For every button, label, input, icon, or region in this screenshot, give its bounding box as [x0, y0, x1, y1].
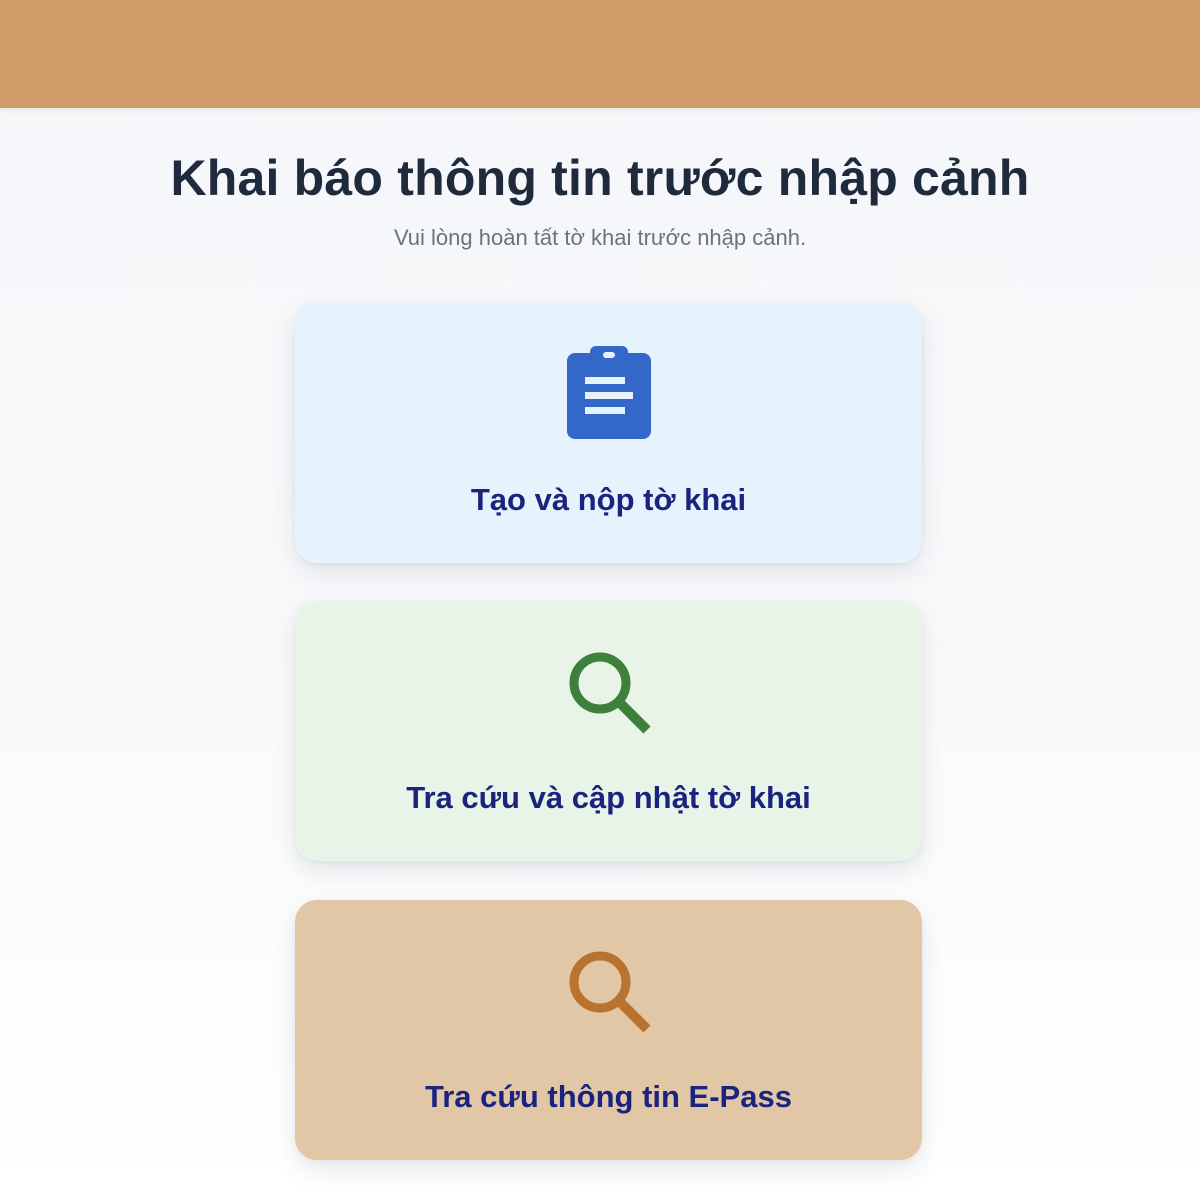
- create-declaration-label: Tạo và nộp tờ khai: [470, 482, 747, 517]
- lookup-epass-label: Tra cứu thông tin E-Pass: [425, 1079, 792, 1114]
- search-icon: [569, 652, 651, 734]
- page-subtitle: Vui lòng hoàn tất tờ khai trước nhập cản…: [393, 225, 807, 250]
- top-bar: [0, 0, 1200, 108]
- lookup-epass-card[interactable]: Tra cứu thông tin E-Pass: [295, 900, 922, 1160]
- create-declaration-card[interactable]: Tạo và nộp tờ khai: [295, 303, 922, 563]
- search-icon: [569, 951, 651, 1033]
- lookup-update-declaration-card[interactable]: Tra cứu và cập nhật tờ khai: [295, 601, 922, 861]
- clipboard-icon: [566, 346, 651, 439]
- page-title: Khai báo thông tin trước nhập cảnh: [170, 150, 1030, 206]
- lookup-update-declaration-label: Tra cứu và cập nhật tờ khai: [406, 780, 811, 815]
